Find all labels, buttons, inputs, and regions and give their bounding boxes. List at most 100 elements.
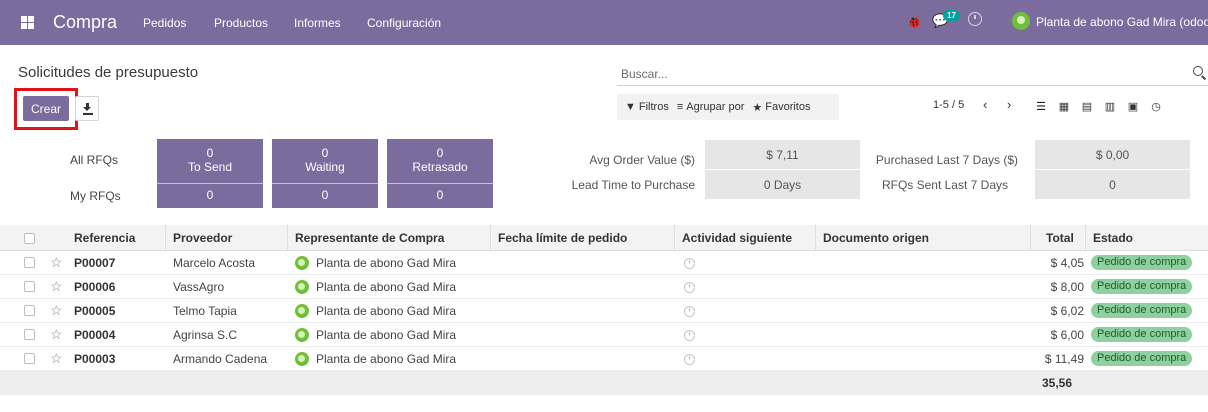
chat-count-badge: 17 [943,10,960,21]
pager-next-icon[interactable]: › [1007,97,1011,112]
activity-clock-icon[interactable] [684,282,695,293]
col-proveedor[interactable]: Proveedor [173,231,232,245]
download-button[interactable] [75,96,99,121]
row-ref: P00006 [74,280,116,294]
top-navbar: Compra Pedidos Productos Informes Config… [0,0,1208,45]
search-input[interactable] [621,65,1181,83]
table-row[interactable]: ☆ P00005 Telmo Tapia Planta de abono Gad… [0,299,1208,323]
col-total[interactable]: Total [1046,231,1074,245]
col-fecha-limite[interactable]: Fecha límite de pedido [498,231,627,245]
graph-view-icon[interactable]: ▥ [1099,97,1121,115]
row-total: $ 11,49 [1044,352,1084,366]
row-checkbox[interactable] [24,353,35,364]
avg-order-value: $ 7,11 [705,140,860,169]
star-icon[interactable]: ☆ [50,350,63,367]
rfq-table: Referencia Proveedor Representante de Co… [0,225,1208,395]
tile-waiting-my-value[interactable]: 0 [272,184,378,206]
row-total: $ 8,00 [1050,280,1084,294]
row-total: $ 6,02 [1050,304,1084,318]
row-checkbox[interactable] [24,257,35,268]
col-actividad[interactable]: Actividad siguiente [682,231,792,245]
tile-retrasado-my-value[interactable]: 0 [387,184,493,206]
star-icon[interactable]: ☆ [50,302,63,319]
calendar-view-icon[interactable]: ▣ [1122,97,1144,115]
user-menu[interactable]: Planta de abono Gad Mira (odoo) [1036,15,1208,29]
tile-retrasado[interactable]: 0 Retrasado 0 [387,139,493,208]
activity-clock-icon[interactable] [684,354,695,365]
col-representante[interactable]: Representante de Compra [295,231,444,245]
status-badge: Pedido de compra [1091,303,1193,318]
row-vendor: VassAgro [173,280,225,294]
debug-bug-icon[interactable]: 🐞 [906,14,922,30]
rfqs-sent-last-7-label: RFQs Sent Last 7 Days [881,178,1008,192]
table-row[interactable]: ☆ P00003 Armando Cadena Planta de abono … [0,347,1208,371]
group-by-dropdown[interactable]: ≡ Agrupar por [677,101,745,113]
tile-to-send-all-value[interactable]: 0 [157,146,263,160]
activity-clock-icon[interactable] [684,258,695,269]
pager-previous-icon[interactable]: ‹ [983,97,987,112]
apps-menu-icon[interactable] [21,16,34,29]
row-rep: Planta de abono Gad Mira [316,280,457,294]
row-rep: Planta de abono Gad Mira [316,328,457,342]
table-row[interactable]: ☆ P00006 VassAgro Planta de abono Gad Mi… [0,275,1208,299]
row-ref: P00005 [74,304,116,318]
col-estado[interactable]: Estado [1093,231,1133,245]
pager-value[interactable]: 1-5 / 5 [933,99,964,111]
row-checkbox[interactable] [24,329,35,340]
activity-clock-icon[interactable] [968,12,982,26]
search-options-bar: ▼ Filtros ≡ Agrupar por ★ Favoritos [617,94,839,120]
menu-productos[interactable]: Productos [214,16,268,30]
star-icon[interactable]: ☆ [50,254,63,271]
activity-clock-icon[interactable] [684,330,695,341]
select-all-checkbox[interactable] [24,233,35,244]
group-by-label: Agrupar por [686,101,745,113]
menu-informes[interactable]: Informes [294,16,341,30]
row-rep: Planta de abono Gad Mira [316,256,457,270]
rep-avatar [295,352,309,366]
list-view-icon[interactable]: ☰ [1030,97,1052,115]
star-icon[interactable]: ☆ [50,326,63,343]
row-checkbox[interactable] [24,281,35,292]
pivot-view-icon[interactable]: ▤ [1076,97,1098,115]
tile-waiting[interactable]: 0 Waiting 0 [272,139,378,208]
search-icon[interactable] [1193,66,1203,76]
row-vendor: Armando Cadena [173,352,268,366]
favorites-dropdown[interactable]: ★ Favoritos [752,101,810,114]
row-rep: Planta de abono Gad Mira [316,352,457,366]
status-badge: Pedido de compra [1091,351,1193,366]
lead-time-value: 0 Days [705,170,860,199]
row-total: $ 4,05 [1050,256,1084,270]
purchased-last-7-value: $ 0,00 [1035,140,1190,169]
rep-avatar [295,328,309,342]
menu-pedidos[interactable]: Pedidos [143,16,186,30]
activity-view-icon[interactable]: ◷ [1145,97,1167,115]
rep-avatar [295,280,309,294]
tile-waiting-all-value[interactable]: 0 [272,146,378,160]
menu-configuracion[interactable]: Configuración [367,16,441,30]
filters-dropdown[interactable]: ▼ Filtros [625,101,669,113]
activity-clock-icon[interactable] [684,306,695,317]
rep-avatar [295,304,309,318]
tile-to-send-my-value[interactable]: 0 [157,184,263,206]
col-documento-origen[interactable]: Documento origen [823,231,929,245]
row-vendor: Agrinsa S.C [173,328,238,342]
favorites-label: Favoritos [765,101,811,113]
tile-to-send-label: To Send [187,160,233,174]
table-header: Referencia Proveedor Representante de Co… [0,225,1208,251]
table-row[interactable]: ☆ P00004 Agrinsa S.C Planta de abono Gad… [0,323,1208,347]
user-avatar[interactable] [1012,12,1030,30]
col-referencia[interactable]: Referencia [74,231,135,245]
kanban-view-icon[interactable]: ▦ [1053,97,1075,115]
tile-to-send[interactable]: 0 To Send 0 [157,139,263,208]
tile-retrasado-all-value[interactable]: 0 [387,146,493,160]
table-row[interactable]: ☆ P00007 Marcelo Acosta Planta de abono … [0,251,1208,275]
create-button[interactable]: Crear [23,96,69,121]
favorites-star-icon: ★ [752,101,763,114]
tile-retrasado-label: Retrasado [412,160,468,174]
app-name[interactable]: Compra [53,12,117,33]
my-rfqs-label: My RFQs [70,189,121,203]
star-icon[interactable]: ☆ [50,278,63,295]
row-ref: P00003 [74,352,116,366]
row-checkbox[interactable] [24,305,35,316]
grand-total: 35,56 [1042,376,1073,390]
